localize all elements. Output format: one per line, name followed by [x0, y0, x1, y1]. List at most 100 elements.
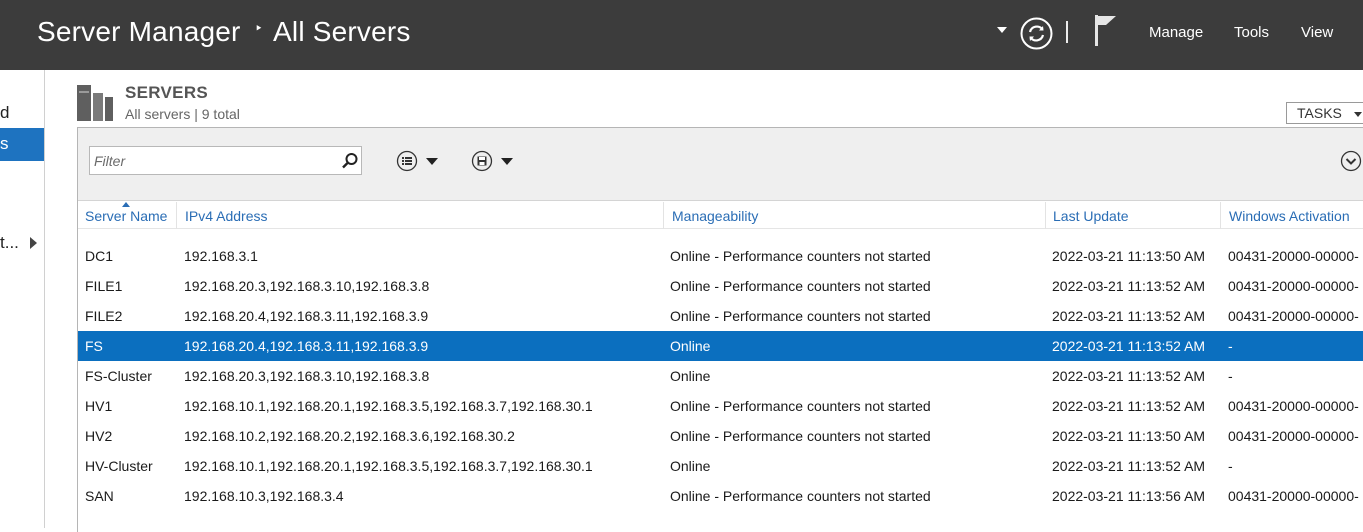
cell-server-name: FS-Cluster [85, 368, 152, 384]
cell-ipv4-address: 192.168.20.3,192.168.3.10,192.168.3.8 [184, 278, 430, 294]
breadcrumb-app[interactable]: Server Manager [37, 16, 241, 47]
table-row[interactable]: DC1 192.168.3.1 Online - Performance count… [78, 241, 1363, 271]
cell-ipv4-address: 192.168.10.3,192.168.3.4 [184, 488, 344, 504]
cell-server-name: SAN [85, 488, 114, 504]
table-body: DC1 192.168.3.1 Online - Performance count… [78, 241, 1363, 511]
cell-server-name: FS [85, 338, 103, 354]
cell-server-name: HV-Cluster [85, 458, 153, 474]
cell-server-name: HV1 [85, 398, 113, 414]
cell-last-update: 2022-03-21 11:13:52 AM [1052, 338, 1206, 354]
cell-manageability: Online - Performance counters not starte… [670, 488, 931, 504]
column-windows-activation[interactable]: Windows Activation [1222, 202, 1363, 229]
sidebar-item-all-servers[interactable]: s [0, 128, 44, 161]
cell-windows-activation: 00431-20000-00000- [1228, 488, 1359, 504]
cell-manageability: Online - Performance counters not starte… [670, 278, 931, 294]
cell-manageability: Online [670, 338, 711, 354]
flag-icon[interactable] [1092, 13, 1118, 47]
table-row[interactable]: FILE2 192.168.20.4,192.168.3.11,192.168.3… [78, 301, 1363, 331]
cell-manageability: Online [670, 458, 711, 474]
cell-windows-activation: - [1228, 458, 1233, 474]
cell-manageability: Online - Performance counters not starte… [670, 428, 931, 444]
column-last-update[interactable]: Last Update [1046, 202, 1221, 229]
cell-manageability: Online - Performance counters not starte… [670, 398, 931, 414]
cell-ipv4-address: 192.168.10.1,192.168.20.1,192.168.3.5,19… [184, 398, 593, 414]
cell-ipv4-address: 192.168.20.4,192.168.3.11,192.168.3.9 [184, 308, 429, 324]
menu-manage[interactable]: Manage [1149, 24, 1203, 41]
cell-windows-activation: - [1228, 338, 1233, 354]
column-ipv4-address[interactable]: IPv4 Address [178, 202, 664, 229]
cell-windows-activation: 00431-20000-00000- [1228, 398, 1359, 414]
expand-arrow-icon[interactable] [30, 237, 37, 249]
tasks-label: TASKS [1297, 105, 1342, 121]
column-server-name[interactable]: Server Name [78, 202, 177, 229]
search-icon[interactable] [341, 152, 359, 170]
cell-last-update: 2022-03-21 11:13:52 AM [1052, 278, 1206, 294]
tasks-button[interactable]: TASKS [1286, 102, 1363, 124]
cell-manageability: Online - Performance counters not starte… [670, 308, 931, 324]
save-icon [471, 150, 493, 172]
table-row[interactable]: HV-Cluster 192.168.10.1,192.168.20.1,192.… [78, 451, 1363, 481]
servers-icon [77, 85, 113, 121]
cell-windows-activation: 00431-20000-00000- [1228, 248, 1359, 264]
tasks-caret-icon [1353, 111, 1362, 117]
table-row[interactable]: FS 192.168.20.4,192.168.3.11,192.168.3.9 O… [78, 331, 1363, 361]
cell-windows-activation: 00431-20000-00000- [1228, 278, 1359, 294]
table-header: Server Name IPv4 Address Manageability L… [78, 202, 1363, 229]
cell-last-update: 2022-03-21 11:13:52 AM [1052, 398, 1206, 414]
cell-ipv4-address: 192.168.10.2,192.168.20.2,192.168.3.6,19… [184, 428, 515, 444]
cell-last-update: 2022-03-21 11:13:52 AM [1052, 368, 1206, 384]
cell-windows-activation: 00431-20000-00000- [1228, 308, 1359, 324]
servers-panel: Server Name IPv4 Address Manageability L… [77, 127, 1363, 532]
cell-ipv4-address: 192.168.3.1 [184, 248, 258, 264]
title-bar: Server Manager ‣ All Servers Manage Tools … [0, 0, 1363, 70]
table-row[interactable]: SAN 192.168.10.3,192.168.3.4 Online - Perf… [78, 481, 1363, 511]
list-view-icon [396, 150, 418, 172]
cell-last-update: 2022-03-21 11:13:50 AM [1052, 248, 1206, 264]
main-content: SERVERS All servers | 9 total TASKS Filt… [45, 70, 1363, 532]
cell-ipv4-address: 192.168.20.4,192.168.3.11,192.168.3.9 [184, 338, 429, 354]
cell-windows-activation: 00431-20000-00000- [1228, 428, 1359, 444]
cell-last-update: 2022-03-21 11:13:52 AM [1052, 458, 1206, 474]
save-caret-icon [501, 157, 513, 165]
table-row[interactable]: HV1 192.168.10.1,192.168.20.1,192.168.3.5… [78, 391, 1363, 421]
column-manageability[interactable]: Manageability [665, 202, 1046, 229]
menu-tools[interactable]: Tools [1234, 24, 1269, 41]
cell-last-update: 2022-03-21 11:13:56 AM [1052, 488, 1206, 504]
cell-last-update: 2022-03-21 11:13:50 AM [1052, 428, 1206, 444]
breadcrumb-separator-icon: ‣ [254, 20, 264, 37]
sidebar-item-dashboard[interactable]: d [0, 103, 9, 123]
table-row[interactable]: FILE1 192.168.20.3,192.168.3.10,192.168.3… [78, 271, 1363, 301]
refresh-icon[interactable] [1020, 17, 1053, 50]
filter-input[interactable] [94, 151, 324, 171]
sidebar: d s t... [0, 70, 45, 528]
cell-server-name: HV2 [85, 428, 113, 444]
cell-ipv4-address: 192.168.20.3,192.168.3.10,192.168.3.8 [184, 368, 430, 384]
column-label: Server Name [85, 208, 168, 224]
sidebar-item-label: s [0, 134, 9, 153]
expand-icon[interactable] [1340, 150, 1362, 172]
section-title: SERVERS [125, 83, 209, 102]
filter-box [89, 146, 362, 175]
cell-server-name: DC1 [85, 248, 114, 264]
cell-manageability: Online [670, 368, 711, 384]
table-row[interactable]: HV2 192.168.10.2,192.168.20.2,192.168.3.6… [78, 421, 1363, 451]
cell-last-update: 2022-03-21 11:13:52 AM [1052, 308, 1206, 324]
list-view-caret-icon [426, 157, 438, 165]
cell-windows-activation: - [1228, 368, 1233, 384]
sidebar-item-roles[interactable]: t... [0, 233, 19, 253]
breadcrumb: Server Manager ‣ All Servers [37, 16, 411, 48]
toolbar-divider [1066, 21, 1068, 43]
list-view-button[interactable] [396, 149, 438, 173]
history-dropdown-icon[interactable] [997, 27, 1007, 33]
save-query-button[interactable] [471, 149, 513, 173]
filter-toolbar [78, 128, 1363, 201]
breadcrumb-page: All Servers [273, 16, 411, 47]
section-subtitle: All servers | 9 total [125, 106, 240, 122]
table-row[interactable]: FS-Cluster 192.168.20.3,192.168.3.10,192.… [78, 361, 1363, 391]
menu-view[interactable]: View [1301, 24, 1333, 41]
sort-ascending-icon [122, 202, 130, 207]
cell-ipv4-address: 192.168.10.1,192.168.20.1,192.168.3.5,19… [184, 458, 593, 474]
cell-server-name: FILE2 [85, 308, 123, 324]
cell-manageability: Online - Performance counters not starte… [670, 248, 931, 264]
servers-table: Server Name IPv4 Address Manageability L… [78, 202, 1363, 511]
